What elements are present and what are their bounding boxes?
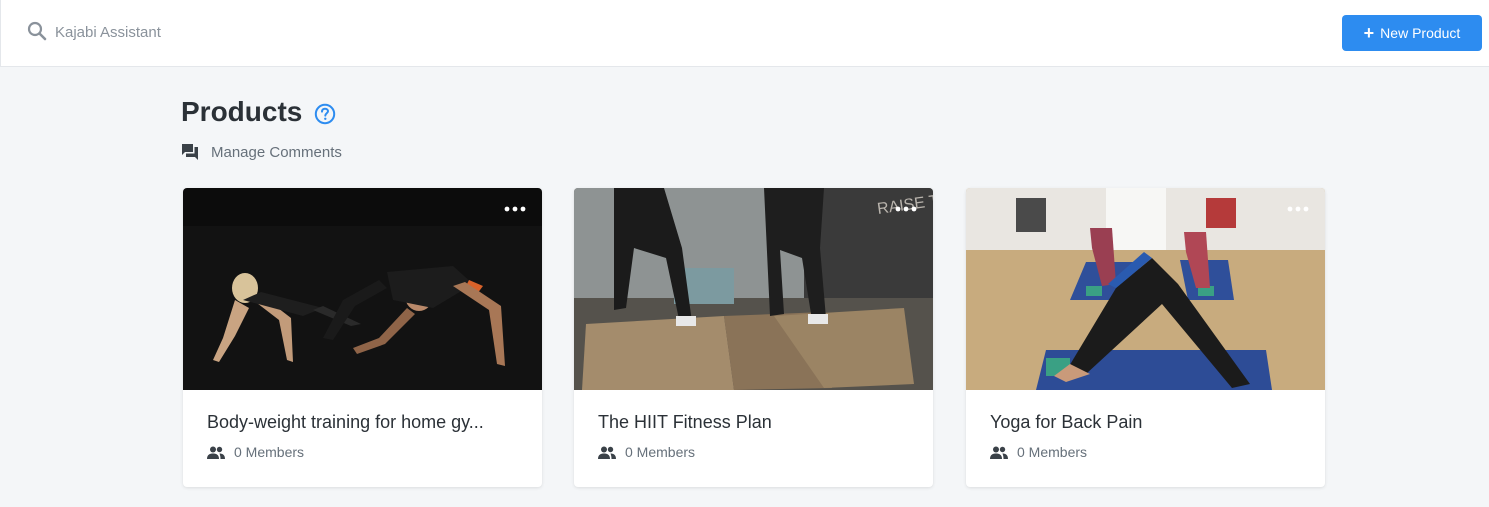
product-title[interactable]: Body-weight training for home gy...: [207, 412, 519, 433]
more-dots-icon[interactable]: [1285, 204, 1311, 214]
product-image-hiit: RAISE THE BAR: [574, 188, 933, 390]
search-input[interactable]: [55, 18, 555, 46]
members-icon: [990, 446, 1008, 459]
manage-comments-link[interactable]: Manage Comments: [181, 141, 342, 163]
search-icon: [27, 21, 47, 41]
manage-comments-label: Manage Comments: [211, 143, 342, 161]
product-title[interactable]: The HIIT Fitness Plan: [598, 412, 910, 433]
new-product-button[interactable]: + New Product: [1342, 15, 1482, 51]
top-bar: + New Product: [0, 0, 1489, 67]
help-circle-icon[interactable]: [314, 103, 336, 125]
more-dots-icon[interactable]: [502, 204, 528, 214]
members-icon: [207, 446, 225, 459]
page-title: Products: [181, 96, 303, 127]
product-card[interactable]: RAISE THE BAR The HIIT Fitness Plan 0 Me…: [574, 188, 933, 487]
more-dots-icon[interactable]: [893, 204, 919, 214]
members-icon: [598, 446, 616, 459]
product-image-yoga: [966, 188, 1325, 390]
comments-icon: [182, 144, 198, 160]
plus-icon: +: [1363, 23, 1375, 43]
members-text: 0 Members: [234, 444, 305, 460]
product-card[interactable]: Body-weight training for home gy... 0 Me…: [183, 188, 542, 487]
new-product-label: New Product: [1380, 25, 1461, 41]
members-count: 0 Members: [598, 444, 695, 460]
members-text: 0 Members: [1017, 444, 1088, 460]
product-card[interactable]: Yoga for Back Pain 0 Members: [966, 188, 1325, 487]
product-image-bodyweight: [183, 188, 542, 390]
product-title[interactable]: Yoga for Back Pain: [990, 412, 1302, 433]
members-count: 0 Members: [207, 444, 304, 460]
members-text: 0 Members: [625, 444, 696, 460]
members-count: 0 Members: [990, 444, 1087, 460]
